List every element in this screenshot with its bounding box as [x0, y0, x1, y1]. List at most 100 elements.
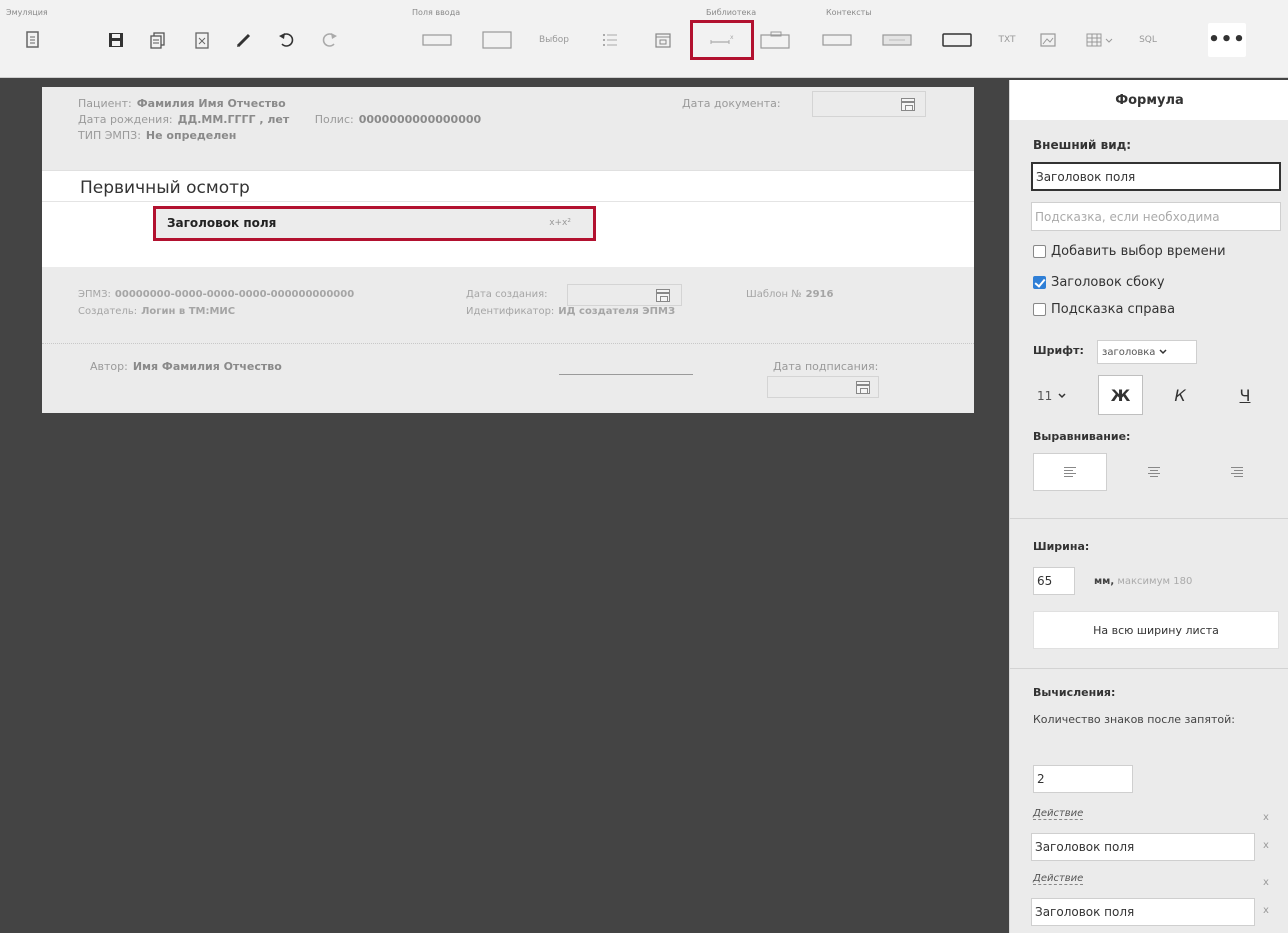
context-block-icon [882, 34, 912, 46]
formula-field-selected[interactable]: Заголовок поля x+x² [153, 206, 596, 241]
field-title-input[interactable]: Заголовок поля [1031, 162, 1281, 191]
checkbox-icon[interactable] [1033, 245, 1046, 258]
copy-button[interactable] [141, 23, 175, 57]
field-label: Заголовок поля [167, 216, 277, 230]
align-right-button[interactable] [1200, 453, 1274, 491]
emz-label: ЭПМЗ: [78, 289, 111, 300]
txt-button[interactable]: TXT [990, 23, 1024, 57]
add-time-label: Добавить выбор времени [1051, 244, 1226, 259]
align-heading: Выравнивание: [1033, 430, 1131, 443]
textarea-icon [482, 31, 512, 49]
width-unit: мм, [1094, 576, 1115, 587]
document-page: Пациент: Фамилия Имя Отчество Дата рожден… [42, 87, 974, 413]
identifier-line: Идентификатор: ИД создателя ЭПМЗ [466, 306, 675, 317]
checkbox-icon[interactable] [1033, 303, 1046, 316]
export-button[interactable] [185, 23, 219, 57]
table-dropdown-button[interactable] [1077, 23, 1125, 57]
signing-date-label: Дата подписания: [773, 360, 879, 373]
align-left-button[interactable] [1033, 453, 1107, 491]
align-center-button[interactable] [1117, 453, 1191, 491]
calendar-icon[interactable] [656, 289, 670, 302]
action-input[interactable]: Заголовок поля [1031, 898, 1255, 926]
title-side-label: Заголовок сбоку [1051, 275, 1165, 290]
add-time-checkbox[interactable]: Добавить выбор времени [1033, 244, 1226, 259]
action-link[interactable]: Действие [1033, 873, 1084, 885]
patient-label: Пациент: [78, 97, 132, 110]
sql-button[interactable]: SQL [1131, 23, 1165, 57]
redo-icon [322, 33, 337, 47]
context-field-button[interactable] [820, 23, 854, 57]
doc-date-input[interactable] [812, 91, 926, 117]
edit-button[interactable] [227, 23, 261, 57]
list-icon [603, 34, 617, 46]
bold-button[interactable]: Ж [1098, 375, 1143, 415]
italic-button[interactable]: К [1157, 375, 1203, 415]
signature-line [559, 374, 693, 375]
copy-icon [150, 31, 165, 49]
created-date-label: Дата создания: [466, 289, 548, 300]
library-block-button[interactable] [758, 23, 792, 57]
width-unit-line: мм, максимум 180 [1094, 573, 1192, 590]
action-input[interactable]: Заголовок поля [1031, 833, 1255, 861]
policy-value: 0000000000000000 [358, 113, 482, 126]
context-frame-button[interactable] [940, 23, 974, 57]
context-field-icon [822, 34, 852, 46]
align-left-icon [1064, 467, 1076, 477]
context-frame-icon [942, 33, 972, 47]
patient-value: Фамилия Имя Отчество [136, 97, 286, 110]
list-button[interactable] [593, 23, 627, 57]
calendar-icon[interactable] [856, 381, 870, 394]
group-label-contexts: Контексты [826, 8, 872, 17]
date-field-button[interactable] [646, 23, 680, 57]
select-button[interactable]: Выбор [537, 23, 571, 57]
context-block-button[interactable] [880, 23, 914, 57]
action-link[interactable]: Действие [1033, 808, 1084, 820]
undo-button[interactable] [270, 23, 304, 57]
group-label-input-fields: Поля ввода [412, 8, 461, 17]
checkbox-checked-icon[interactable] [1033, 276, 1046, 289]
image-button[interactable] [1031, 23, 1065, 57]
chevron-down-icon [1058, 393, 1066, 399]
undo-icon [279, 33, 294, 47]
calendar-icon[interactable] [901, 98, 915, 111]
save-button[interactable] [99, 23, 133, 57]
select-icon: Выбор [538, 35, 570, 45]
birth-label: Дата рождения: [78, 113, 173, 126]
remove-action-icon[interactable]: x [1263, 840, 1269, 851]
remove-action-icon[interactable]: x [1263, 877, 1269, 888]
txt-icon: TXT [998, 35, 1016, 45]
formula-field-button[interactable]: x [690, 20, 754, 60]
hint-right-checkbox[interactable]: Подсказка справа [1033, 302, 1175, 317]
underline-button[interactable]: Ч [1220, 375, 1270, 415]
created-date-input[interactable] [567, 284, 682, 306]
svg-text:x: x [730, 34, 734, 41]
font-size-select[interactable]: 11 [1033, 382, 1073, 410]
emz-value: 00000000-0000-0000-0000-000000000000 [114, 289, 355, 300]
preview-document-button[interactable] [16, 23, 50, 57]
textarea-button[interactable] [480, 23, 514, 57]
remove-action-icon[interactable]: x [1263, 812, 1269, 823]
redo-button[interactable] [312, 23, 346, 57]
text-field-button[interactable] [420, 23, 454, 57]
width-input[interactable]: 65 [1033, 567, 1075, 595]
patient-line: Пациент: Фамилия Имя Отчество [78, 97, 286, 110]
remove-action-icon[interactable]: x [1263, 905, 1269, 916]
font-size-value: 11 [1037, 389, 1053, 403]
chevron-down-icon [1159, 349, 1167, 355]
font-label: Шрифт: [1033, 344, 1084, 357]
hint-right-label: Подсказка справа [1051, 302, 1176, 317]
signing-date-input[interactable] [767, 376, 879, 398]
title-side-checkbox[interactable]: Заголовок сбоку [1033, 275, 1165, 290]
appearance-heading: Внешний вид: [1033, 138, 1132, 152]
font-select[interactable]: заголовка [1097, 340, 1197, 364]
panel-title: Формула [1010, 80, 1288, 120]
creator-line: Создатель: Логин в ТМ:МИС [78, 306, 235, 317]
creator-label: Создатель: [78, 306, 138, 317]
full-width-button[interactable]: На всю ширину листа [1033, 611, 1279, 649]
decimals-input[interactable]: 2 [1033, 765, 1133, 793]
more-button[interactable]: ••• [1208, 23, 1246, 57]
author-line: Автор: Имя Фамилия Отчество [90, 360, 282, 373]
template-value: 2916 [805, 289, 834, 300]
hint-input[interactable]: Подсказка, если необходима [1031, 202, 1281, 231]
align-right-icon [1231, 467, 1243, 477]
